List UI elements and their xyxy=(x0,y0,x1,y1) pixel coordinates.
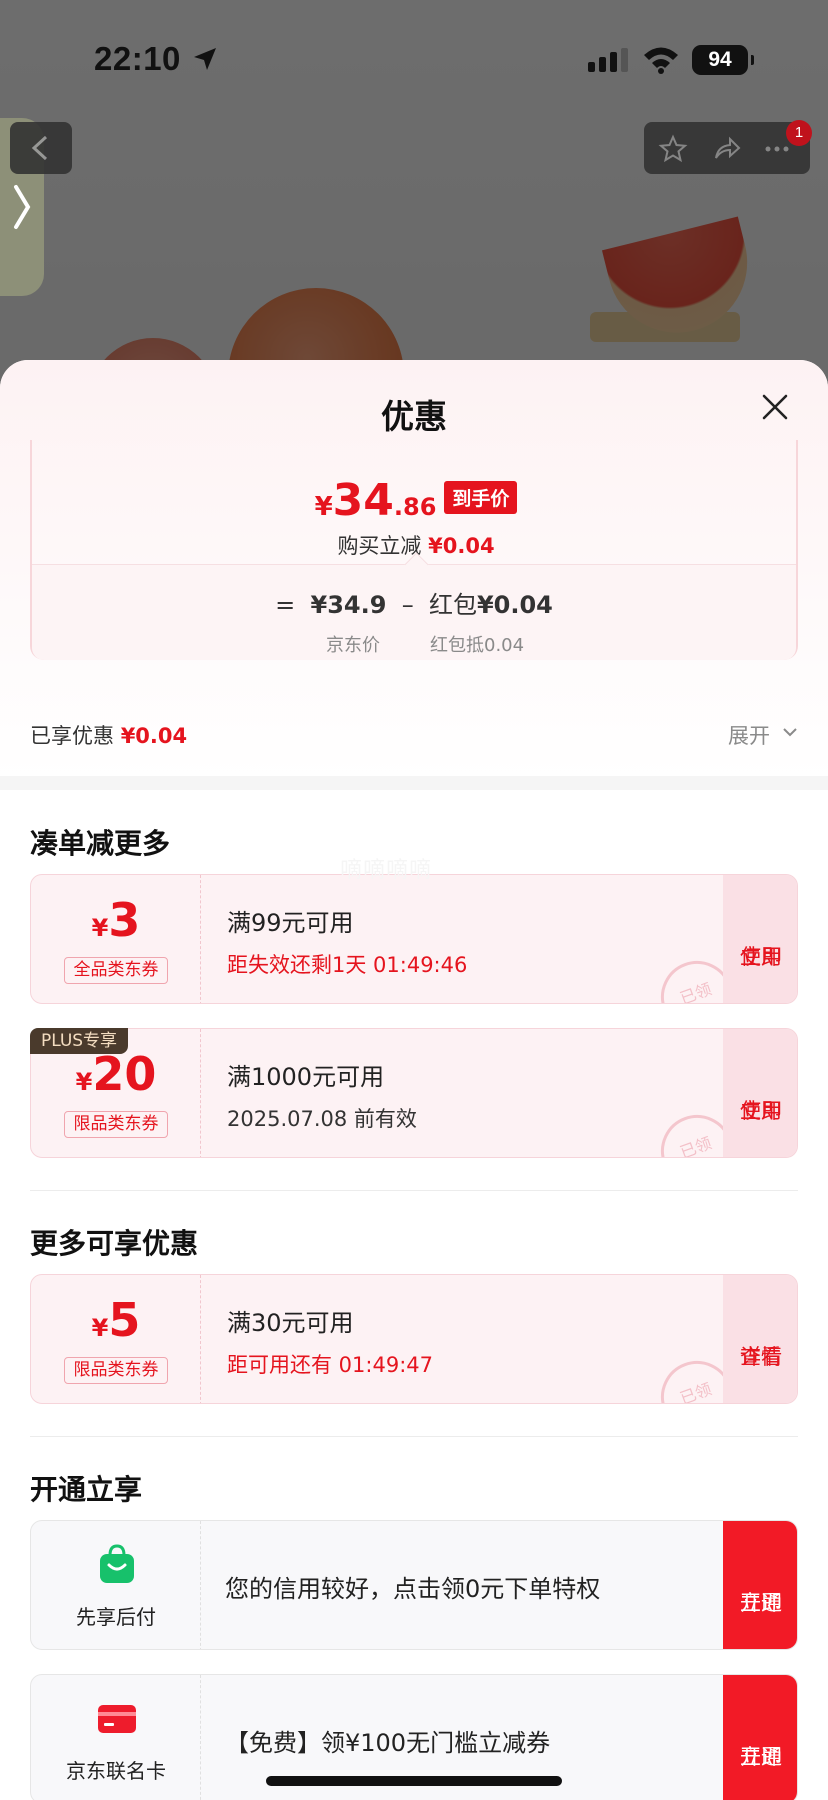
coupon-available-countdown: 距可用还有 01:49:47 xyxy=(227,1353,433,1377)
divider xyxy=(30,1436,798,1437)
coupon-condition: 满99元可用 xyxy=(227,909,354,937)
divider xyxy=(30,1190,798,1191)
section-title-open: 开通立享 xyxy=(30,1473,143,1506)
coupon-value: ¥5 限品类东券 xyxy=(31,1275,201,1403)
red-packet-caption: 红包抵0.04 xyxy=(430,635,525,656)
plus-exclusive-tag: PLUS专享 xyxy=(30,1028,128,1054)
home-indicator[interactable] xyxy=(266,1776,562,1786)
final-price-tag: 到手价 xyxy=(444,481,518,514)
chevron-down-icon[interactable] xyxy=(782,724,798,740)
coupon-type-badge: 限品类东券 xyxy=(64,1111,168,1138)
service-label: 京东联名卡 xyxy=(66,1759,166,1783)
activate-button[interactable]: 立即 开通 xyxy=(723,1521,797,1649)
service-label: 先享后付 xyxy=(76,1605,156,1629)
coupon-valid-until: 2025.07.08 前有效 xyxy=(227,1107,417,1131)
credit-card-icon xyxy=(98,1705,136,1733)
wifi-icon xyxy=(644,47,678,74)
section-divider xyxy=(0,776,828,790)
price-formula: = ¥34.9 – 红包¥0.04 xyxy=(275,591,553,619)
coupon-type-badge: 限品类东券 xyxy=(64,1357,168,1384)
price-breakdown-card: ¥34.86 到手价 购买立减 ¥0.04 = ¥34.9 – 红包¥0.04 京… xyxy=(30,440,798,660)
share-icon[interactable] xyxy=(712,134,742,164)
service-card[interactable]: 先享后付 您的信用较好，点击领0元下单特权 立即 开通 xyxy=(30,1520,798,1650)
coupon-condition: 满1000元可用 xyxy=(227,1063,385,1091)
expand-button[interactable]: 展开 xyxy=(728,720,770,750)
view-details-button[interactable]: 查看 详情 xyxy=(723,1275,797,1403)
section-title-extra: 更多可享优惠 xyxy=(30,1227,199,1260)
back-arrow-icon xyxy=(31,135,48,161)
back-button[interactable] xyxy=(10,122,72,174)
coupon-card[interactable]: ¥20 限品类东券 满1000元可用 2025.07.08 前有效 已领 立即使… xyxy=(30,1028,798,1158)
status-time: 22:10 xyxy=(94,40,181,77)
coupon-condition: 满30元可用 xyxy=(227,1309,354,1337)
enjoyed-discount: 已享优惠 ¥0.04 xyxy=(30,724,188,748)
close-icon[interactable] xyxy=(760,392,790,422)
watermark: 嘀嘀嘀嘀 xyxy=(340,858,433,883)
price-formula-box: = ¥34.9 – 红包¥0.04 京东价 红包抵0.04 xyxy=(32,564,796,660)
base-price-caption: 京东价 xyxy=(326,635,380,656)
top-action-bar xyxy=(644,122,810,174)
cellular-signal-icon xyxy=(588,48,628,72)
service-description: 【免费】领¥100无门槛立减券 xyxy=(225,1729,551,1757)
section-title-more: 凑单减更多 xyxy=(30,827,171,860)
coupon-value: ¥3 全品类东券 xyxy=(31,875,201,1003)
star-icon[interactable] xyxy=(658,134,688,164)
discount-sheet: 优惠 ¥34.86 到手价 购买立减 ¥0.04 = ¥34.9 – 红包¥0.0… xyxy=(0,360,828,1800)
coupon-card[interactable]: ¥3 全品类东券 满99元可用 距失效还剩1天 01:49:46 已领 立即 使用 xyxy=(30,874,798,1004)
status-bar: 22:10 94 xyxy=(0,0,828,120)
notification-badge: 1 xyxy=(786,120,812,146)
coupon-expiry-countdown: 距失效还剩1天 01:49:46 xyxy=(227,953,468,977)
location-arrow-icon xyxy=(194,48,216,70)
final-price: ¥34.86 到手价 xyxy=(32,475,800,526)
use-now-button[interactable]: 立即 使用 xyxy=(723,1029,797,1157)
coupon-card[interactable]: ¥5 限品类东券 满30元可用 距可用还有 01:49:47 已领 查看 详情 xyxy=(30,1274,798,1404)
chevron-right-icon xyxy=(14,185,31,229)
coupon-type-badge: 全品类东券 xyxy=(64,957,168,984)
battery-indicator: 94 xyxy=(692,45,754,75)
activate-button[interactable]: 立即 开通 xyxy=(723,1675,797,1800)
service-description: 您的信用较好，点击领0元下单特权 xyxy=(225,1575,601,1603)
sheet-title: 优惠 xyxy=(381,397,447,436)
shopping-bag-icon xyxy=(100,1544,134,1583)
use-now-button[interactable]: 立即 使用 xyxy=(723,875,797,1003)
